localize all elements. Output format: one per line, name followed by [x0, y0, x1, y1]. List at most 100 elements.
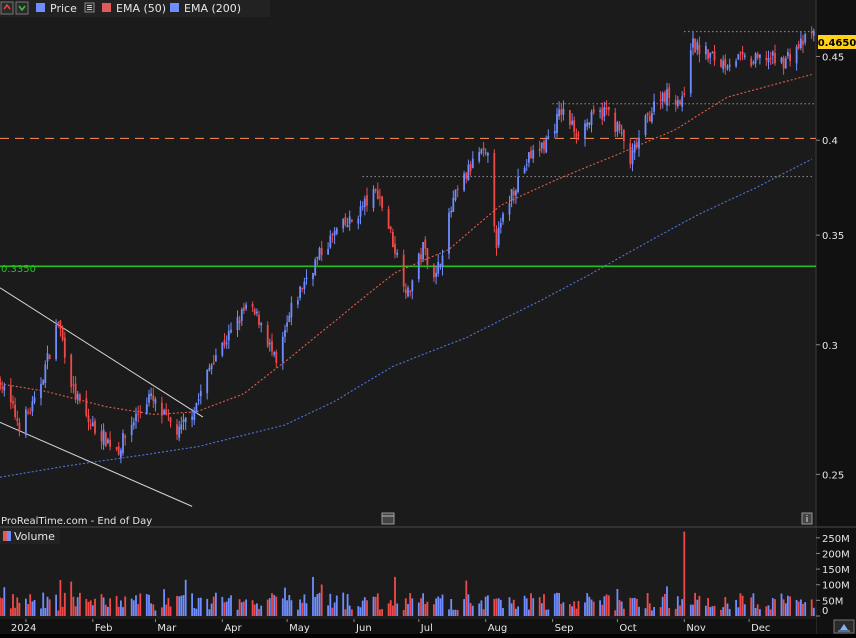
menu-icon[interactable]	[84, 2, 95, 13]
candle-body	[569, 110, 571, 125]
candle-body	[694, 38, 696, 53]
volume-bar	[681, 599, 684, 616]
candle-body	[230, 329, 232, 333]
candle-body	[63, 337, 66, 358]
volume-bar	[696, 599, 699, 616]
volume-bar	[55, 594, 57, 616]
candle-body	[635, 142, 638, 147]
candle-body	[787, 51, 789, 57]
volume-bar	[737, 607, 740, 616]
candle-body	[374, 188, 377, 191]
candle-body	[771, 51, 774, 56]
volume-bar	[117, 606, 120, 616]
volume-bar	[560, 603, 563, 616]
volume-bar	[722, 607, 725, 616]
candle-body	[366, 195, 368, 206]
candle-body	[651, 113, 653, 122]
candle-body	[666, 89, 668, 106]
candle-body	[333, 230, 336, 236]
volume-bar	[102, 597, 105, 616]
volume-bar	[618, 600, 621, 616]
volume-bar	[258, 608, 260, 616]
candle-body	[780, 57, 783, 63]
volume-bar	[79, 592, 81, 616]
candle-body	[27, 411, 29, 413]
volume-bar	[782, 599, 785, 616]
date-axis-label: May	[289, 623, 310, 634]
volume-bar	[132, 600, 135, 616]
volume-bar	[441, 594, 444, 616]
date-axis-label: Jul	[420, 623, 433, 634]
ema200-swatch	[170, 3, 179, 12]
candle-body	[584, 123, 586, 139]
candle-body	[94, 420, 96, 434]
volume-bar	[199, 597, 202, 616]
candle-body	[631, 150, 634, 165]
collapse-icon[interactable]	[0, 1, 14, 15]
volume-axis-label: 50M	[822, 596, 843, 607]
volume-bar	[800, 599, 802, 616]
price-axis-label: 0.4	[822, 136, 838, 147]
volume-bar	[305, 603, 308, 616]
volume-bar	[674, 608, 677, 616]
candle-body	[664, 92, 666, 103]
price-chart[interactable]: 0.25 0.3 0.35 0.4 0.45 050M 100M 150M 200M 250M 20…	[0, 0, 856, 634]
volume-bar	[810, 599, 813, 616]
last-price-tag: 0.4650	[818, 35, 856, 49]
volume-bar	[268, 598, 271, 616]
volume-axis-label: 200M	[822, 549, 850, 560]
volume-bar	[499, 599, 502, 616]
candle-body	[221, 342, 224, 356]
candle-body	[392, 232, 394, 247]
volume-bar	[547, 609, 550, 616]
volume-bar	[299, 599, 301, 616]
volume-bar	[452, 609, 455, 616]
last-price-label: 0.4650	[818, 38, 856, 49]
date-axis-label: 2024	[11, 623, 36, 634]
volume-bar	[284, 587, 286, 616]
candle-body	[335, 228, 338, 234]
volume-bar	[765, 606, 768, 616]
candle-body	[709, 52, 712, 58]
candle-body	[290, 302, 293, 318]
expand-icon[interactable]	[15, 1, 29, 15]
price-axis-label: 0.45	[822, 52, 844, 63]
candle-body	[653, 101, 655, 112]
volume-bar	[115, 596, 118, 616]
candle-body	[271, 341, 273, 352]
calendar-icon[interactable]	[381, 512, 395, 525]
candle-body	[450, 210, 453, 213]
legend-ema200-label: EMA (200)	[184, 2, 241, 15]
volume-bar	[439, 598, 442, 616]
volume-bar	[145, 594, 148, 616]
candle-body	[605, 107, 608, 110]
volume-bar	[774, 599, 776, 616]
candle-body	[357, 218, 360, 224]
candle-body	[87, 415, 90, 423]
volume-bar	[599, 600, 601, 616]
volume-bar	[137, 604, 140, 616]
volume-bar	[683, 531, 686, 616]
scroll-to-end-icon[interactable]	[833, 619, 855, 634]
candle-body	[199, 391, 202, 397]
candle-body	[633, 144, 636, 153]
candle-body	[724, 58, 727, 67]
volume-bar	[433, 604, 435, 616]
volume-bar	[588, 596, 591, 616]
volume-bar	[29, 594, 32, 616]
volume-bar	[569, 604, 571, 616]
candle-body	[169, 417, 172, 423]
info-icon[interactable]: i	[801, 512, 813, 525]
volume-bar	[553, 593, 556, 616]
volume-bar	[176, 595, 178, 616]
candle-body	[320, 247, 323, 256]
candle-body	[253, 309, 256, 315]
candle-body	[802, 40, 804, 45]
volume-bar	[366, 600, 368, 616]
volume-bar	[707, 598, 709, 616]
volume-bar	[0, 597, 1, 616]
volume-bar	[161, 607, 163, 616]
volume-bar	[771, 598, 774, 616]
volume-bar	[517, 606, 519, 616]
volume-bar	[573, 601, 576, 616]
